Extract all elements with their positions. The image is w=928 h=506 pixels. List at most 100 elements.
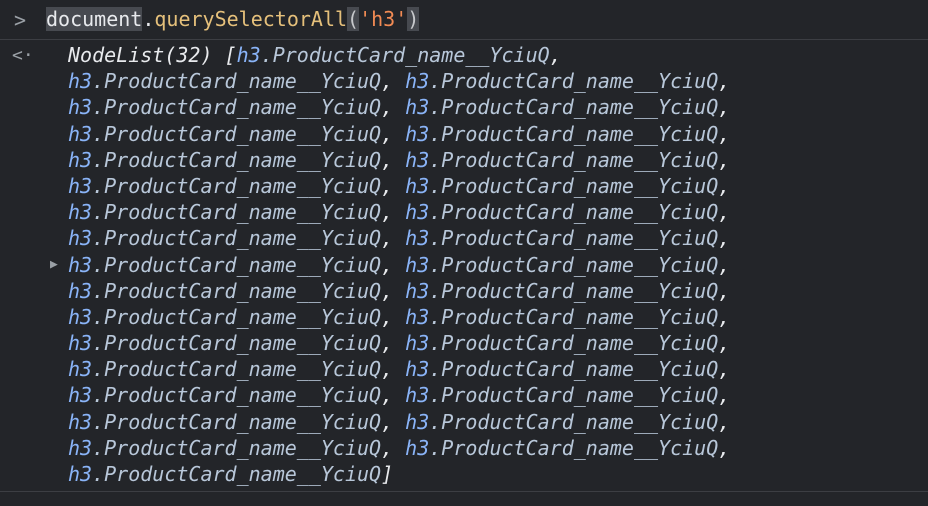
nodelist-item[interactable]: h3.ProductCard_name__YciuQ — [237, 43, 550, 67]
item-spacer — [393, 174, 405, 198]
result-line: h3.ProductCard_name__YciuQ, h3.ProductCa… — [68, 409, 918, 435]
node-tag: h3 — [405, 226, 430, 251]
nodelist-item[interactable]: h3.ProductCard_name__YciuQ — [68, 148, 381, 172]
nodelist-item[interactable]: h3.ProductCard_name__YciuQ — [68, 174, 381, 198]
item-spacer — [393, 148, 405, 172]
item-separator: , — [381, 409, 394, 434]
result-line: h3.ProductCard_name__YciuQ, h3.ProductCa… — [68, 68, 918, 94]
console-bottom-divider — [0, 491, 928, 492]
nodelist-item[interactable]: h3.ProductCard_name__YciuQ — [68, 279, 381, 303]
nodelist-item[interactable]: h3.ProductCard_name__YciuQ — [405, 69, 718, 93]
node-class: .ProductCard_name__YciuQ — [92, 226, 382, 251]
node-class: .ProductCard_name__YciuQ — [92, 357, 382, 382]
code-close-paren: ) — [407, 7, 420, 31]
item-separator: , — [718, 121, 731, 146]
expand-triangle-icon[interactable]: ▶ — [50, 257, 58, 273]
item-spacer — [393, 383, 405, 407]
code-dot: . — [142, 7, 155, 31]
nodelist-item[interactable]: h3.ProductCard_name__YciuQ — [405, 305, 718, 329]
node-class: .ProductCard_name__YciuQ — [92, 278, 382, 303]
nodelist-item[interactable]: h3.ProductCard_name__YciuQ — [68, 305, 381, 329]
nodelist-item[interactable]: h3.ProductCard_name__YciuQ — [405, 436, 718, 460]
item-separator: , — [718, 357, 731, 382]
node-tag: h3 — [405, 409, 430, 434]
node-class: .ProductCard_name__YciuQ — [92, 383, 382, 408]
nodelist-item[interactable]: h3.ProductCard_name__YciuQ — [68, 226, 381, 250]
item-spacer — [393, 122, 405, 146]
code-string-argument: 'h3' — [359, 7, 408, 31]
node-tag: h3 — [405, 200, 430, 225]
nodelist-item[interactable]: h3.ProductCard_name__YciuQ — [68, 253, 381, 277]
item-separator: , — [381, 200, 394, 225]
item-separator: , — [718, 304, 731, 329]
nodelist-item[interactable]: h3.ProductCard_name__YciuQ — [68, 436, 381, 460]
item-separator: , — [381, 226, 394, 251]
nodelist-item[interactable]: h3.ProductCard_name__YciuQ — [405, 148, 718, 172]
nodelist-item[interactable]: h3.ProductCard_name__YciuQ — [405, 226, 718, 250]
item-separator: , — [381, 95, 394, 120]
nodelist-item[interactable]: h3.ProductCard_name__YciuQ — [405, 410, 718, 434]
code-method: querySelectorAll — [154, 7, 348, 31]
node-tag: h3 — [405, 331, 430, 356]
nodelist-item[interactable]: h3.ProductCard_name__YciuQ — [68, 122, 381, 146]
node-class: .ProductCard_name__YciuQ — [429, 69, 719, 94]
node-tag: h3 — [68, 95, 93, 120]
item-spacer — [393, 226, 405, 250]
node-tag: h3 — [405, 383, 430, 408]
node-tag: h3 — [405, 173, 430, 198]
nodelist-item[interactable]: h3.ProductCard_name__YciuQ — [68, 95, 381, 119]
console-input-line[interactable]: > document.querySelectorAll('h3') — [0, 0, 928, 40]
node-class: .ProductCard_name__YciuQ — [429, 383, 719, 408]
node-tag: h3 — [68, 121, 93, 146]
nodelist-item[interactable]: h3.ProductCard_name__YciuQ — [405, 200, 718, 224]
result-line: NodeList(32) [h3.ProductCard_name__YciuQ… — [68, 42, 918, 68]
node-tag: h3 — [405, 147, 430, 172]
node-tag: h3 — [405, 121, 430, 146]
console-input-code[interactable]: document.querySelectorAll('h3') — [46, 4, 420, 34]
node-tag: h3 — [68, 357, 93, 382]
return-value-icon: <· — [12, 45, 34, 66]
nodelist-item[interactable]: h3.ProductCard_name__YciuQ — [405, 357, 718, 381]
item-separator: , — [718, 278, 731, 303]
item-spacer — [393, 331, 405, 355]
item-spacer — [393, 410, 405, 434]
item-separator: , — [718, 69, 731, 94]
nodelist-item[interactable]: h3.ProductCard_name__YciuQ — [68, 331, 381, 355]
nodelist-result[interactable]: NodeList(32) [h3.ProductCard_name__YciuQ… — [68, 42, 918, 487]
nodelist-item[interactable]: h3.ProductCard_name__YciuQ — [68, 357, 381, 381]
node-class: .ProductCard_name__YciuQ — [92, 304, 382, 329]
nodelist-item[interactable]: h3.ProductCard_name__YciuQ — [68, 200, 381, 224]
code-open-paren: ( — [347, 7, 360, 31]
item-separator: , — [718, 147, 731, 172]
item-separator: , — [718, 383, 731, 408]
node-tag: h3 — [405, 252, 430, 277]
node-tag: h3 — [68, 69, 93, 94]
node-class: .ProductCard_name__YciuQ — [429, 226, 719, 251]
item-separator: , — [381, 331, 394, 356]
nodelist-item[interactable]: h3.ProductCard_name__YciuQ — [68, 462, 381, 486]
item-separator: , — [381, 147, 394, 172]
item-separator: , — [718, 173, 731, 198]
nodelist-item[interactable]: h3.ProductCard_name__YciuQ — [405, 174, 718, 198]
nodelist-item[interactable]: h3.ProductCard_name__YciuQ — [405, 253, 718, 277]
nodelist-item[interactable]: h3.ProductCard_name__YciuQ — [68, 69, 381, 93]
nodelist-label[interactable]: NodeList(32) — [68, 43, 213, 67]
node-tag: h3 — [68, 200, 93, 225]
node-class: .ProductCard_name__YciuQ — [429, 435, 719, 460]
close-bracket: ] — [381, 462, 394, 486]
item-separator: , — [381, 69, 394, 94]
nodelist-item[interactable]: h3.ProductCard_name__YciuQ — [68, 383, 381, 407]
node-class: .ProductCard_name__YciuQ — [92, 69, 382, 94]
node-tag: h3 — [68, 409, 93, 434]
nodelist-item[interactable]: h3.ProductCard_name__YciuQ — [405, 383, 718, 407]
node-class: .ProductCard_name__YciuQ — [92, 121, 382, 146]
nodelist-item[interactable]: h3.ProductCard_name__YciuQ — [405, 122, 718, 146]
nodelist-item[interactable]: h3.ProductCard_name__YciuQ — [68, 410, 381, 434]
result-line: h3.ProductCard_name__YciuQ, h3.ProductCa… — [68, 304, 918, 330]
nodelist-item[interactable]: h3.ProductCard_name__YciuQ — [405, 279, 718, 303]
item-spacer — [393, 253, 405, 277]
nodelist-item[interactable]: h3.ProductCard_name__YciuQ — [405, 95, 718, 119]
item-separator: , — [381, 252, 394, 277]
console-message-divider — [0, 39, 928, 40]
nodelist-item[interactable]: h3.ProductCard_name__YciuQ — [405, 331, 718, 355]
